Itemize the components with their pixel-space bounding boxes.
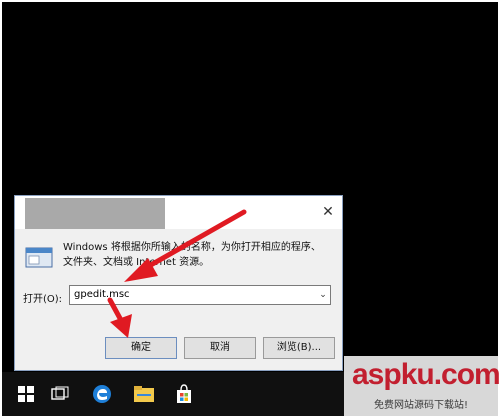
watermark: aspku.com 免费网站源码下载站! — [344, 356, 500, 416]
watermark-logo: aspku.com — [352, 358, 500, 391]
task-view-icon[interactable] — [48, 382, 72, 406]
watermark-subtitle: 免费网站源码下载站! — [374, 400, 469, 411]
file-explorer-icon[interactable] — [132, 382, 156, 406]
edge-icon[interactable] — [90, 382, 114, 406]
arrow-to-ok — [107, 297, 132, 338]
store-icon[interactable] — [172, 382, 196, 406]
arrow-to-input — [124, 209, 247, 282]
windows-start-icon[interactable] — [14, 382, 38, 406]
screenshot-frame: ✕ Windows 将根据你所输入的名称，为你打开相应的程序、 文件夹、文档或 … — [0, 0, 500, 418]
